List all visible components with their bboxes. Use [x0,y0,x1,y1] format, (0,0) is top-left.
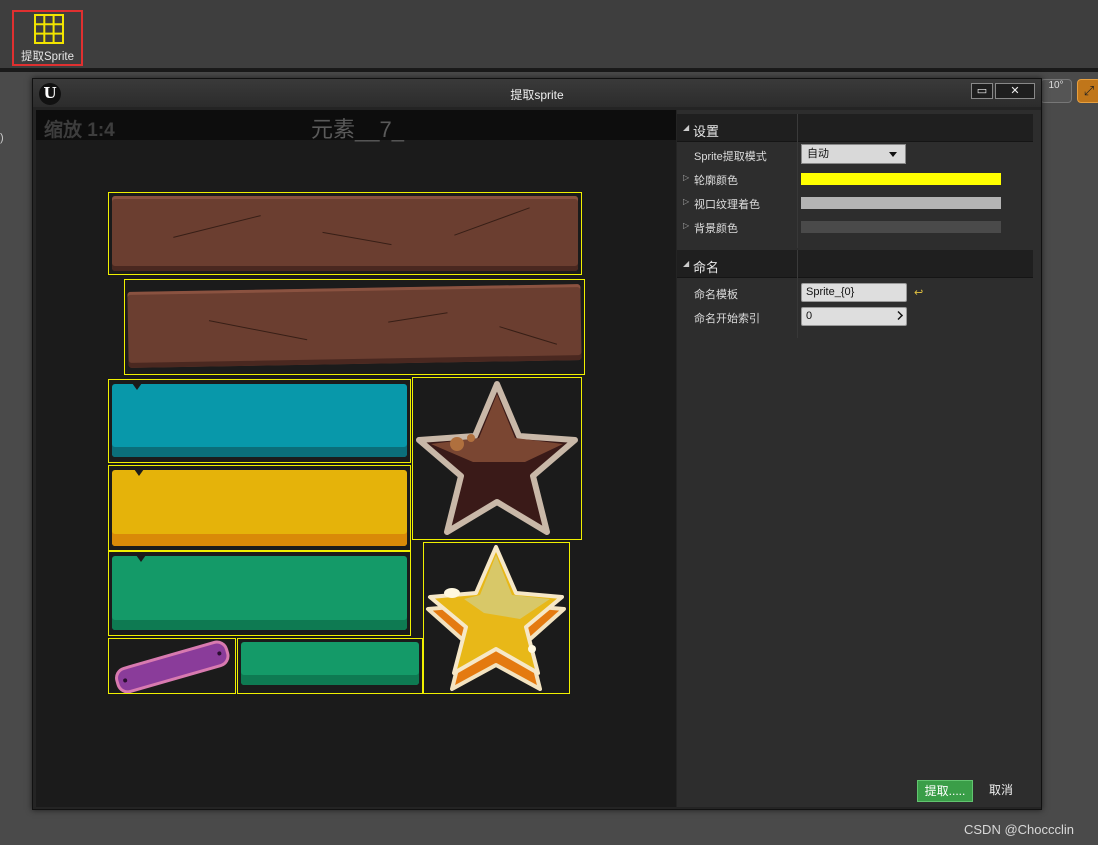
start-index-value: 0 [806,310,813,322]
extract-sprite-toolbar-button[interactable]: 提取Sprite [12,10,83,66]
reset-arrow-icon[interactable]: ↩ [914,286,923,299]
viewport-header: 缩放 1:4 元素__7_ [36,110,676,142]
cancel-button[interactable]: 取消 [981,780,1021,802]
column-divider [797,278,798,338]
naming-template-input[interactable]: Sprite_{0} [801,283,907,302]
settings-section-title: 设置 [693,124,720,139]
zoom-label: 缩放 1:4 [44,120,115,141]
expand-arrow-icon[interactable]: ▷ [683,197,689,206]
sprite-mode-label: Sprite提取模式 [694,151,767,163]
dialog-title: 提取sprite [510,88,564,102]
close-button[interactable]: ✕ [995,83,1035,99]
details-panel: ◢ 设置 Sprite提取模式 自动 ▷ 轮廓颜色 ▷ 视口纹理着色 ▷ 背景颜… [677,110,1041,807]
extract-button[interactable]: 提取..... [917,780,973,802]
brown-star-image [416,381,578,535]
outline-color-label: 轮廓颜色 [694,175,738,187]
expand-arrow-icon[interactable]: ▷ [683,173,689,182]
angle-snap-widget[interactable]: 10° [1040,79,1072,103]
extract-sprite-dialog: U 提取sprite ▭ ✕ 缩放 1:4 元素__7_ ◢ 设置 Sprite… [32,78,1042,810]
element-name-label: 元素__7_ [311,117,404,142]
watermark-text: CSDN @Choccclin [964,822,1074,837]
sprite-mode-dropdown[interactable]: 自动 [801,144,906,164]
naming-template-label: 命名模板 [694,289,738,301]
sprite-preview-viewport[interactable]: 缩放 1:4 元素__7_ [36,110,676,807]
sprite-region-gold-plank[interactable] [108,465,411,551]
naming-section-header[interactable]: ◢ 命名 [677,250,1033,278]
sprite-region-brown-plank-2[interactable] [124,279,585,375]
collapse-arrow-icon: ◢ [683,123,690,132]
viewport-tint-swatch[interactable] [801,197,1001,209]
toolbar-divider [0,68,1098,72]
outline-color-swatch[interactable] [801,173,1001,185]
sprite-region-purple-tag[interactable] [108,638,236,694]
collapse-arrow-icon: ◢ [683,259,690,268]
sprite-region-cyan-plank[interactable] [108,379,411,463]
sprite-mode-value: 自动 [807,148,829,160]
purple-tag-image [115,640,230,694]
maximize-button[interactable]: ▭ [971,83,993,99]
sprite-region-gold-star[interactable] [423,542,570,694]
naming-section-title: 命名 [693,260,720,275]
brown-plank-image [112,196,578,271]
green-plank-image [112,555,407,630]
extract-sprite-label: 提取Sprite [20,51,75,63]
start-index-input[interactable]: 0 [801,307,907,326]
sprite-region-small-green-plank[interactable] [237,638,423,694]
gold-plank-image [112,469,407,546]
chevron-down-icon [889,152,897,157]
background-color-swatch[interactable] [801,221,1001,233]
viewport-tint-label: 视口纹理着色 [694,199,760,211]
brown-plank-image [127,284,582,368]
left-edge-fragment: ) [0,132,4,144]
scale-snap-icon[interactable]: ⤢ [1077,79,1098,103]
sprite-region-green-plank[interactable] [108,551,411,636]
sprite-region-brown-plank-1[interactable] [108,192,582,275]
expand-arrow-icon[interactable]: ▷ [683,221,689,230]
spin-drag-icon[interactable] [894,311,903,320]
column-divider [797,142,798,248]
grid-icon [34,14,64,44]
sprite-region-brown-star[interactable] [412,377,582,540]
background-color-label: 背景颜色 [694,223,738,235]
dialog-titlebar[interactable]: U 提取sprite ▭ ✕ [33,79,1041,107]
cyan-plank-image [112,383,407,457]
main-toolbar: 提取Sprite [0,0,1098,68]
gold-star-image [426,545,566,691]
small-green-plank-image [241,642,419,685]
start-index-label: 命名开始索引 [694,313,760,325]
settings-section-header[interactable]: ◢ 设置 [677,114,1033,142]
